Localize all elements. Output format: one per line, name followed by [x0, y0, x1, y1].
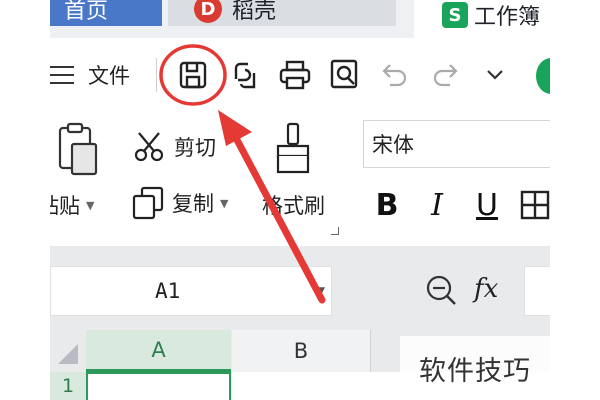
clipboard-group-launcher-icon[interactable] — [331, 227, 339, 235]
selected-cell-a1[interactable] — [86, 372, 231, 400]
redo-icon[interactable] — [428, 56, 462, 94]
font-name-select[interactable]: 宋体 — [363, 120, 563, 168]
bold-button[interactable]: B — [370, 182, 404, 228]
cut-button[interactable]: 剪切 — [132, 124, 216, 170]
right-margin — [550, 0, 600, 400]
borders-button[interactable] — [518, 182, 552, 228]
format-painter-label: 格式刷 — [262, 194, 325, 218]
docer-icon: D — [194, 0, 222, 23]
tab-home[interactable]: 首页 — [50, 0, 162, 26]
copy-label: 复制 — [172, 192, 214, 216]
font-name-value: 宋体 — [372, 133, 414, 157]
zoom-search-icon[interactable] — [424, 272, 458, 310]
cell-reference: A1 — [155, 279, 181, 303]
cut-label: 剪切 — [174, 136, 216, 160]
hamburger-menu-icon — [50, 66, 74, 84]
italic-button[interactable]: I — [420, 182, 454, 228]
left-margin — [0, 0, 50, 400]
print-preview-icon[interactable] — [328, 56, 362, 94]
export-share-icon[interactable] — [228, 56, 262, 94]
customize-dropdown-icon[interactable] — [478, 56, 512, 94]
format-painter-button[interactable]: 格式刷 — [262, 182, 325, 228]
row-header-1[interactable]: 1 — [50, 372, 86, 400]
format-painter-icon[interactable] — [274, 122, 312, 180]
paste-icon[interactable] — [56, 122, 100, 180]
tab-workbook-label: 工作簿 — [474, 5, 541, 30]
tab-home-label: 首页 — [64, 0, 109, 24]
copy-dropdown-icon[interactable]: ▼ — [220, 197, 228, 210]
underline-button[interactable]: U — [470, 182, 504, 228]
spreadsheet-icon: S — [442, 2, 468, 28]
insert-function-icon[interactable]: fx — [474, 274, 498, 304]
copy-button[interactable]: 复制 ▼ — [132, 180, 228, 226]
copy-icon — [132, 186, 164, 220]
quick-access-toolbar: 文件 — [0, 38, 600, 112]
cell-name-box[interactable]: A1 ▼ — [50, 266, 332, 316]
file-menu-label: 文件 — [88, 64, 130, 88]
save-icon[interactable] — [176, 56, 210, 94]
column-divider — [370, 330, 371, 372]
print-icon[interactable] — [278, 56, 312, 94]
toolbar-divider — [156, 58, 157, 92]
undo-icon[interactable] — [378, 56, 412, 94]
file-menu-button[interactable]: 文件 — [50, 58, 130, 92]
borders-icon — [520, 190, 550, 220]
tab-docer[interactable]: D 稻壳 — [168, 0, 396, 26]
tab-docer-label: 稻壳 — [232, 0, 277, 24]
column-header-b[interactable]: B — [232, 330, 370, 372]
name-box-dropdown-icon[interactable]: ▼ — [317, 283, 325, 299]
select-all-corner[interactable] — [50, 330, 86, 372]
tab-bar: 首页 D 稻壳 S 工作簿 — [0, 0, 600, 38]
watermark: 软件技巧 — [400, 336, 550, 400]
ribbon-home: 粘贴 ▼ 剪切 复制 ▼ 格式刷 宋体 B I U — [0, 112, 600, 246]
paste-button[interactable]: 粘贴 ▼ — [38, 182, 94, 228]
column-header-a[interactable]: A — [86, 330, 231, 372]
paste-dropdown-icon[interactable]: ▼ — [86, 199, 94, 212]
scissors-icon — [134, 132, 164, 162]
tab-workbook[interactable]: S 工作簿 — [414, 0, 550, 38]
